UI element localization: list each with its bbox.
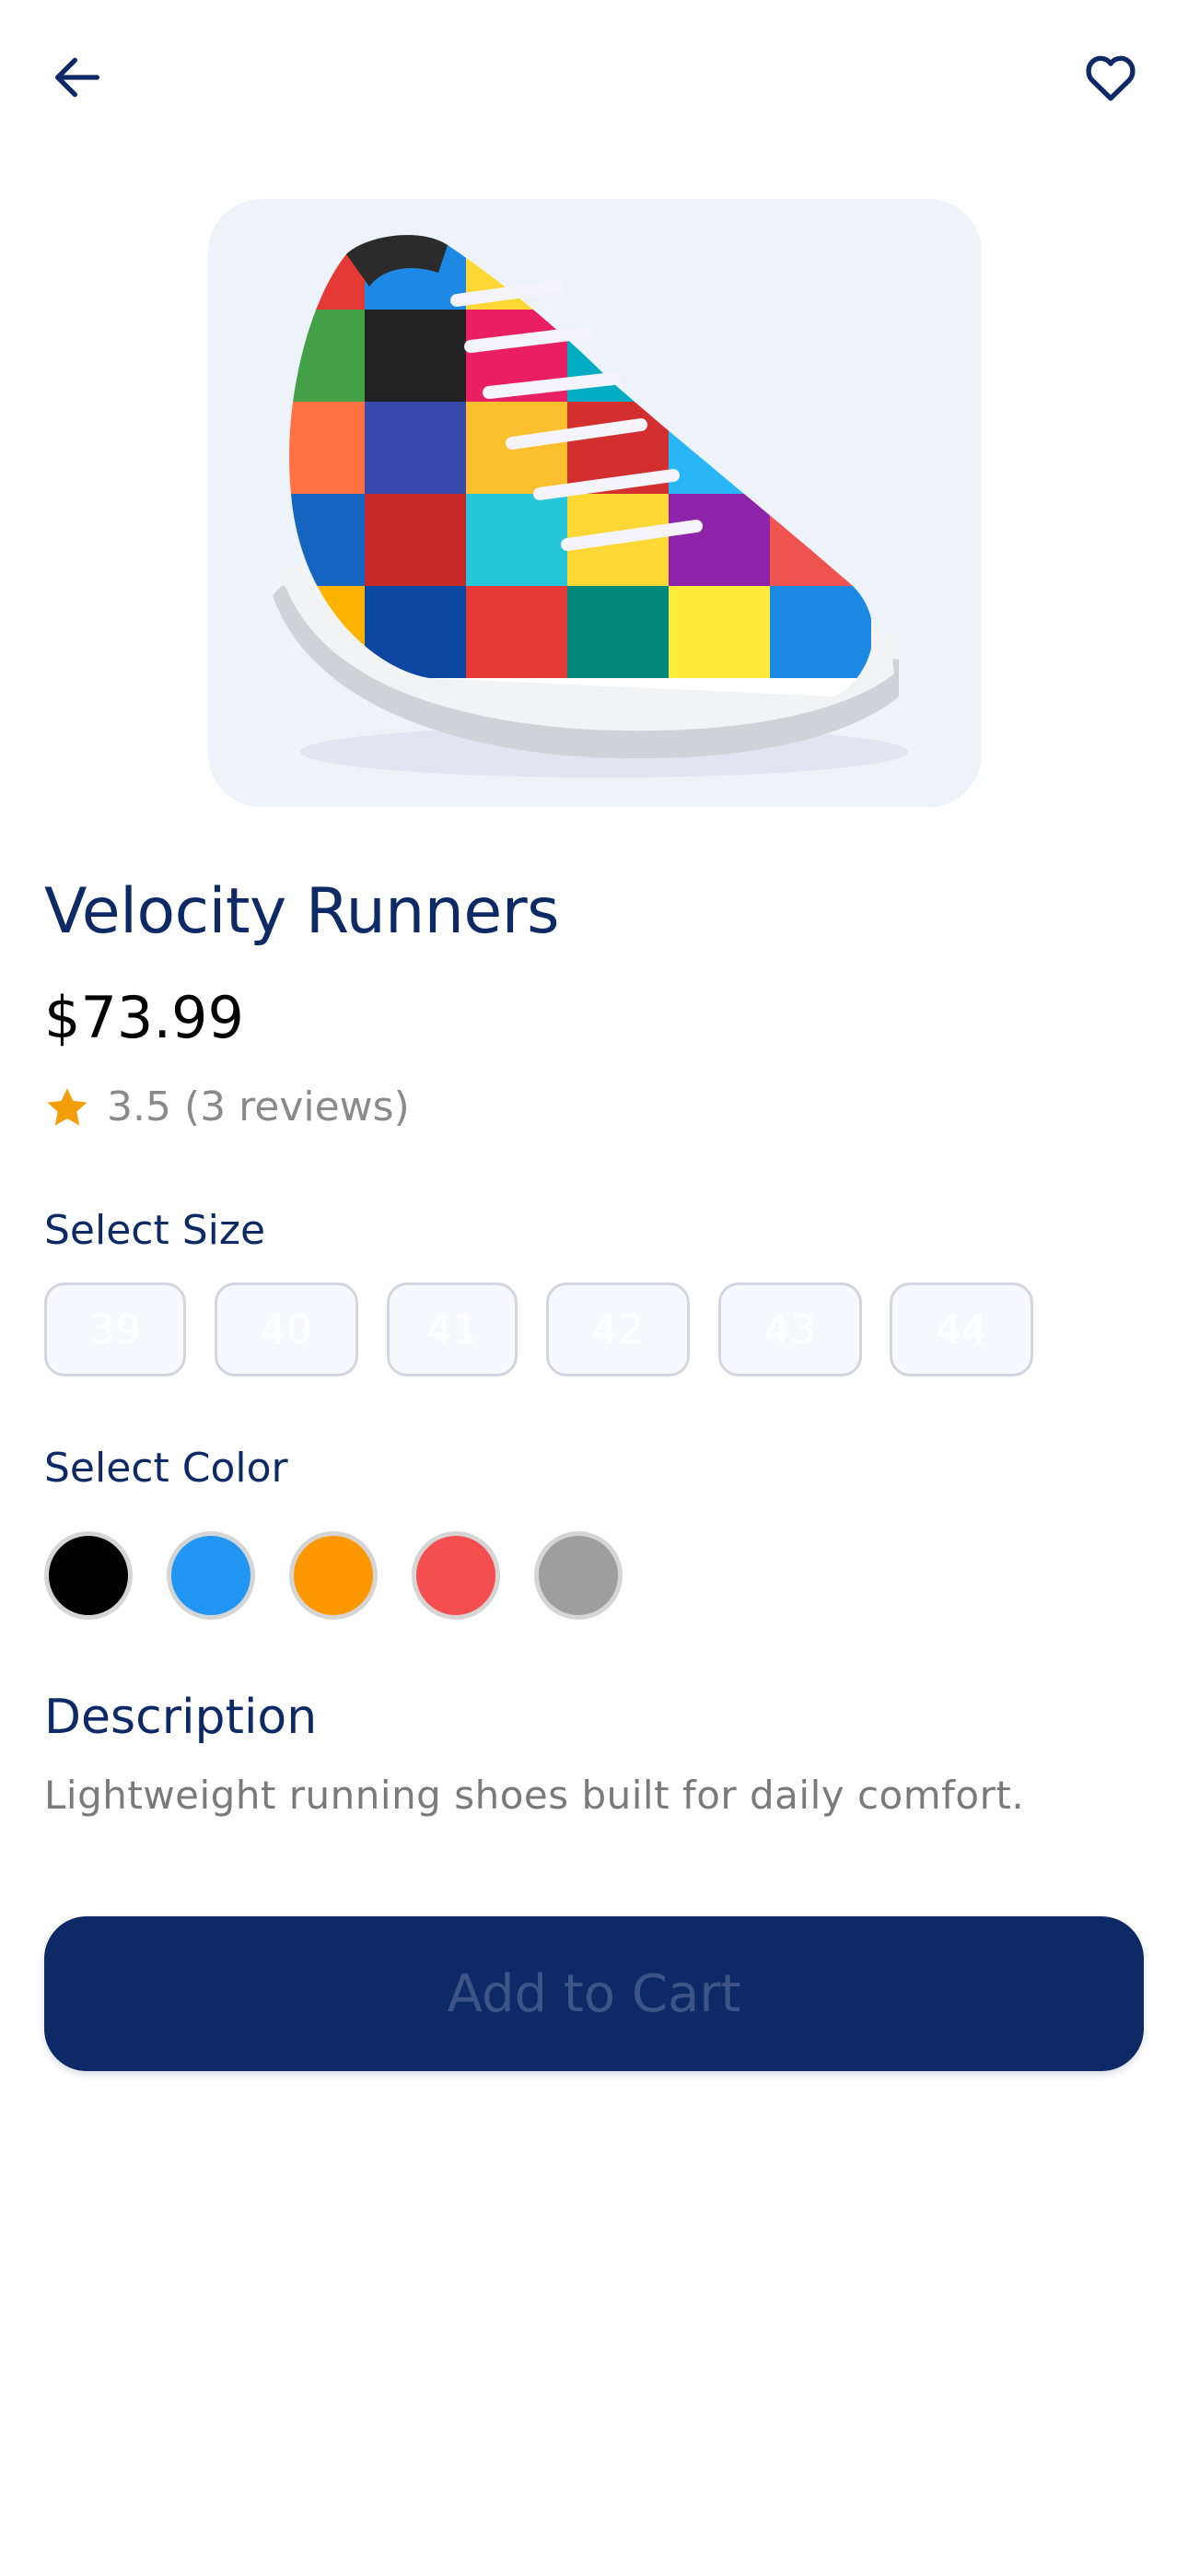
select-color-label: Select Color <box>44 1445 288 1492</box>
color-swatch-red[interactable] <box>412 1531 500 1620</box>
add-to-cart-button[interactable]: Add to Cart <box>44 1916 1144 2071</box>
color-swatch-orange[interactable] <box>289 1531 378 1620</box>
favorite-button[interactable] <box>1066 33 1155 122</box>
size-option-40[interactable]: 40 <box>215 1282 358 1376</box>
size-option-44[interactable]: 44 <box>890 1282 1033 1376</box>
top-bar <box>0 0 1188 157</box>
product-title: Velocity Runners <box>44 875 560 948</box>
color-swatch-gray[interactable] <box>534 1531 623 1620</box>
select-size-label: Select Size <box>44 1207 266 1254</box>
color-swatch-black[interactable] <box>44 1531 133 1620</box>
product-detail-screen: Velocity Runners $73.99 3.5 (3 reviews) … <box>0 0 1188 2576</box>
review-count: (3 reviews) <box>183 1083 410 1130</box>
star-icon <box>47 1087 87 1126</box>
back-button[interactable] <box>33 33 122 122</box>
size-option-42[interactable]: 42 <box>546 1282 690 1376</box>
description-text: Lightweight running shoes built for dail… <box>44 1773 1025 1818</box>
product-image <box>208 199 982 807</box>
heart-outline-icon <box>1086 55 1136 101</box>
rating-score: 3.5 <box>107 1083 171 1130</box>
arrow-left-icon <box>55 57 99 98</box>
description-heading: Description <box>44 1690 318 1745</box>
color-swatch-blue[interactable] <box>167 1531 255 1620</box>
size-option-41[interactable]: 41 <box>387 1282 518 1376</box>
size-option-43[interactable]: 43 <box>718 1282 862 1376</box>
sneaker-product-image <box>273 235 908 778</box>
size-option-39[interactable]: 39 <box>44 1282 186 1376</box>
product-rating: 3.5 (3 reviews) <box>44 1083 410 1130</box>
product-price: $73.99 <box>44 984 244 1051</box>
